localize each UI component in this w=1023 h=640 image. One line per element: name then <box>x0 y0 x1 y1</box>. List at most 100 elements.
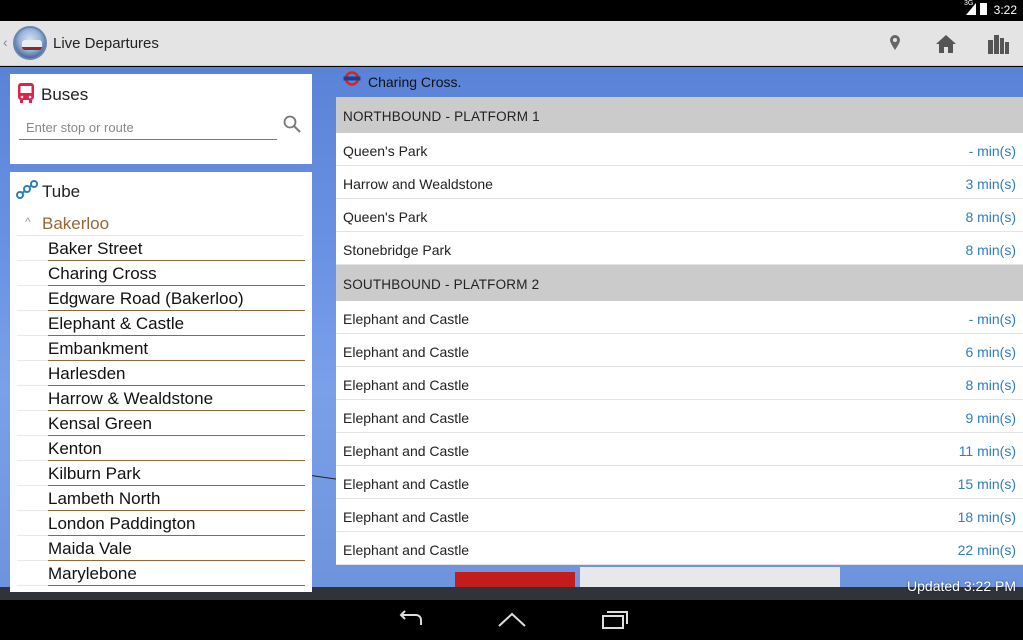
destination: Elephant and Castle <box>343 344 470 360</box>
station-item[interactable]: Harrow & Wealdstone <box>17 386 305 411</box>
selected-station-title: Charing Cross. <box>368 74 462 90</box>
station-item[interactable]: Lambeth North <box>17 486 305 511</box>
station-item[interactable]: Maida Vale <box>17 536 305 561</box>
station-name: Maida Vale <box>48 539 132 558</box>
minutes-until-departure: 3 min(s) <box>965 176 1016 192</box>
minutes-until-departure: 9 min(s) <box>965 410 1016 426</box>
station-name: Embankment <box>48 339 149 358</box>
platform-header: SOUTHBOUND - PLATFORM 2 <box>336 265 1023 301</box>
minutes-until-departure: 15 min(s) <box>957 476 1016 492</box>
home-icon[interactable] <box>497 610 527 630</box>
station-name: Charing Cross <box>48 264 157 283</box>
station-name: Kilburn Park <box>48 464 141 483</box>
signal-icon: 3G <box>964 0 976 15</box>
updated-timestamp: Updated 3:22 PM <box>907 578 1016 594</box>
minutes-until-departure: 22 min(s) <box>957 542 1016 558</box>
station-name: London Paddington <box>48 514 196 533</box>
action-bar: ‹ Live Departures <box>0 21 1023 66</box>
minutes-until-departure: - min(s) <box>968 311 1016 327</box>
back-icon[interactable] <box>396 610 426 630</box>
departure-row[interactable]: Elephant and Castle 11 min(s) <box>336 433 1023 466</box>
departure-row[interactable]: Queen's Park - min(s) <box>336 133 1023 166</box>
station-name: Elephant & Castle <box>48 314 185 333</box>
station-name: Marylebone <box>48 564 137 583</box>
departure-row[interactable]: Elephant and Castle - min(s) <box>336 301 1023 334</box>
station-name: Harrow & Wealdstone <box>48 389 214 408</box>
station-name: Harlesden <box>48 364 126 383</box>
collapse-caret-icon[interactable]: ^ <box>25 215 31 229</box>
status-time: 3:22 <box>993 3 1017 17</box>
tube-label: Tube <box>42 182 81 201</box>
station-item[interactable]: London Paddington <box>17 511 305 536</box>
battery-icon <box>980 3 987 15</box>
station-list: Baker Street Charing Cross Edgware Road (B… <box>17 236 305 586</box>
station-name: Baker Street <box>48 239 143 258</box>
navigation-bar <box>0 600 1023 640</box>
station-item[interactable]: Marylebone <box>17 561 305 586</box>
station-item[interactable]: Baker Street <box>17 236 305 261</box>
destination: Elephant and Castle <box>343 410 470 426</box>
minutes-until-departure: 8 min(s) <box>965 377 1016 393</box>
minutes-until-departure: - min(s) <box>968 143 1016 159</box>
city-icon[interactable] <box>985 32 1011 56</box>
departure-row[interactable]: Elephant and Castle 8 min(s) <box>336 367 1023 400</box>
departure-row[interactable]: Elephant and Castle 6 min(s) <box>336 334 1023 367</box>
line-group-bakerloo[interactable]: ^ Bakerloo <box>17 212 303 236</box>
destination: Stonebridge Park <box>343 242 452 258</box>
destination: Harrow and Wealdstone <box>343 176 493 192</box>
minutes-until-departure: 8 min(s) <box>965 242 1016 258</box>
destination: Elephant and Castle <box>343 542 470 558</box>
home-icon[interactable] <box>933 32 959 56</box>
buses-card: Buses <box>10 74 312 164</box>
app-logo-icon[interactable] <box>13 26 47 60</box>
station-name: Edgware Road (Bakerloo) <box>48 289 244 308</box>
departure-row[interactable]: Queen's Park 8 min(s) <box>336 199 1023 232</box>
minutes-until-departure: 6 min(s) <box>965 344 1016 360</box>
station-item[interactable]: Edgware Road (Bakerloo) <box>17 286 305 311</box>
station-item[interactable]: Harlesden <box>17 361 305 386</box>
departure-row[interactable]: Elephant and Castle 22 min(s) <box>336 532 1023 565</box>
station-item[interactable]: Embankment <box>17 336 305 361</box>
destination: Elephant and Castle <box>343 443 470 459</box>
minutes-until-departure: 18 min(s) <box>957 509 1016 525</box>
station-item[interactable]: Kenton <box>17 436 305 461</box>
search-icon[interactable] <box>282 114 302 134</box>
line-name: Bakerloo <box>42 214 110 233</box>
tube-card: Tube ^ Bakerloo Baker Street Charing Cros… <box>10 172 312 592</box>
status-icons: 3G <box>964 0 987 15</box>
tube-roundel-icon <box>343 71 361 86</box>
minutes-until-departure: 11 min(s) <box>958 443 1016 459</box>
destination: Queen's Park <box>343 209 428 225</box>
status-bar: 3G 3:22 <box>0 0 1023 21</box>
station-item[interactable]: Kensal Green <box>17 411 305 436</box>
departure-row[interactable]: Stonebridge Park 8 min(s) <box>336 232 1023 265</box>
departure-row[interactable]: Elephant and Castle 9 min(s) <box>336 400 1023 433</box>
up-caret-icon[interactable]: ‹ <box>3 34 8 50</box>
departure-row[interactable]: Elephant and Castle 18 min(s) <box>336 499 1023 532</box>
station-item[interactable]: Elephant & Castle <box>17 311 305 336</box>
bus-icon <box>18 83 34 103</box>
network-type: 3G <box>964 0 974 7</box>
line-color-rule <box>48 585 305 586</box>
departure-row[interactable]: Elephant and Castle 15 min(s) <box>336 466 1023 499</box>
destination: Elephant and Castle <box>343 377 470 393</box>
station-item[interactable]: Kilburn Park <box>17 461 305 486</box>
station-name: Kenton <box>48 439 102 458</box>
station-item[interactable]: Charing Cross <box>17 261 305 286</box>
minutes-until-departure: 8 min(s) <box>965 209 1016 225</box>
buses-label: Buses <box>41 85 89 104</box>
page-title: Live Departures <box>53 35 159 52</box>
departures-header: Charing Cross. <box>336 67 1023 97</box>
platform-header: NORTHBOUND - PLATFORM 1 <box>336 97 1023 133</box>
station-name: Kensal Green <box>48 414 152 433</box>
departure-row[interactable]: Harrow and Wealdstone 3 min(s) <box>336 166 1023 199</box>
station-name: Lambeth North <box>48 489 161 508</box>
location-icon[interactable] <box>883 32 909 56</box>
destination: Elephant and Castle <box>343 476 470 492</box>
tube-network-icon <box>16 180 38 199</box>
destination: Queen's Park <box>343 143 428 159</box>
departures-board: NORTHBOUND - PLATFORM 1 Queen's Park - min… <box>336 97 1023 565</box>
recent-apps-icon[interactable] <box>599 610 629 630</box>
stop-route-search-input[interactable] <box>19 116 277 140</box>
destination: Elephant and Castle <box>343 509 470 525</box>
